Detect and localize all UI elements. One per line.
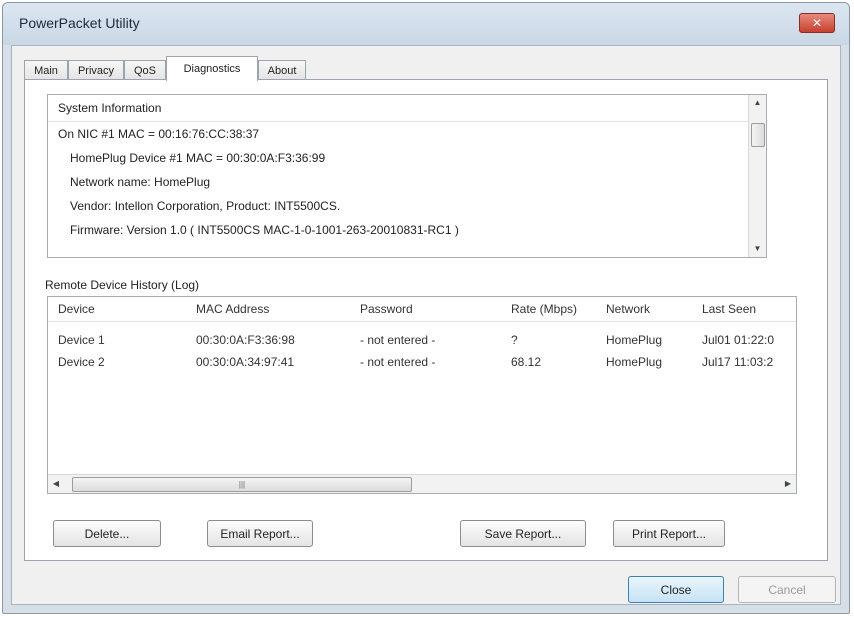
- cell-mac-address: 00:30:0A:F3:36:98: [196, 333, 295, 347]
- remote-device-list[interactable]: Device MAC Address Password Rate (Mbps) …: [47, 296, 797, 494]
- system-info-line: On NIC #1 MAC = 00:16:76:CC:38:37: [58, 127, 260, 141]
- cell-password: - not entered -: [360, 355, 436, 369]
- tab-qos[interactable]: QoS: [124, 60, 166, 80]
- window-title: PowerPacket Utility: [19, 15, 140, 31]
- close-button[interactable]: Close: [628, 576, 724, 603]
- dialog-client-area: Main Privacy QoS Diagnostics About Syste…: [11, 45, 841, 605]
- system-info-line: Vendor: Intellon Corporation, Product: I…: [70, 199, 341, 213]
- powerpacket-utility-window: PowerPacket Utility ✕ Main Privacy QoS D…: [2, 2, 850, 614]
- scroll-thumb[interactable]: |||: [72, 477, 412, 492]
- close-icon: ✕: [811, 16, 823, 30]
- print-report-button[interactable]: Print Report...: [613, 520, 725, 547]
- diagnostics-panel: System Information On NIC #1 MAC = 00:16…: [24, 79, 828, 561]
- remote-list-horizontal-scrollbar[interactable]: ◀ ||| ▶: [48, 474, 796, 493]
- scroll-right-icon[interactable]: ▶: [780, 475, 796, 493]
- tab-diagnostics[interactable]: Diagnostics: [166, 56, 258, 81]
- cell-mac-address: 00:30:0A:34:97:41: [196, 355, 295, 369]
- cell-rate: 68.12: [511, 355, 542, 369]
- list-header: Device MAC Address Password Rate (Mbps) …: [48, 297, 796, 322]
- tab-privacy[interactable]: Privacy: [68, 60, 124, 80]
- column-header-rate[interactable]: Rate (Mbps): [511, 302, 601, 316]
- system-info-scrollbar[interactable]: ▲ ▼: [748, 95, 766, 257]
- remote-log-label: Remote Device History (Log): [45, 278, 200, 292]
- column-header-password[interactable]: Password: [360, 302, 500, 316]
- system-info-line: HomePlug Device #1 MAC = 00:30:0A:F3:36:…: [70, 151, 326, 165]
- column-header-last-seen[interactable]: Last Seen: [702, 302, 796, 316]
- email-report-button[interactable]: Email Report...: [207, 520, 313, 547]
- system-info-line: Firmware: Version 1.0 ( INT5500CS MAC-1-…: [70, 223, 459, 237]
- scroll-down-icon[interactable]: ▼: [749, 241, 766, 257]
- tab-about[interactable]: About: [258, 60, 306, 80]
- column-header-network[interactable]: Network: [606, 302, 696, 316]
- column-header-device[interactable]: Device: [58, 302, 178, 316]
- system-information-box[interactable]: System Information On NIC #1 MAC = 00:16…: [47, 94, 767, 258]
- cell-password: - not entered -: [360, 333, 436, 347]
- cell-network: HomePlug: [606, 333, 663, 347]
- cell-network: HomePlug: [606, 355, 663, 369]
- title-bar[interactable]: PowerPacket Utility ✕: [3, 3, 849, 45]
- cell-rate: ?: [511, 333, 518, 347]
- system-info-heading: System Information: [58, 101, 162, 115]
- cancel-button[interactable]: Cancel: [738, 576, 836, 603]
- window-close-button[interactable]: ✕: [799, 13, 835, 33]
- scroll-thumb[interactable]: [751, 123, 765, 147]
- system-info-line: Network name: HomePlug: [70, 175, 211, 189]
- scroll-left-icon[interactable]: ◀: [48, 475, 64, 493]
- tab-main[interactable]: Main: [24, 60, 68, 80]
- cell-last-seen: Jul17 11:03:2: [702, 355, 774, 369]
- delete-button[interactable]: Delete...: [53, 520, 161, 547]
- scroll-up-icon[interactable]: ▲: [749, 95, 766, 111]
- cell-device: Device 2: [58, 355, 105, 369]
- cell-last-seen: Jul01 01:22:0: [702, 333, 775, 347]
- cell-device: Device 1: [58, 333, 105, 347]
- column-header-mac-address[interactable]: MAC Address: [196, 302, 346, 316]
- save-report-button[interactable]: Save Report...: [460, 520, 586, 547]
